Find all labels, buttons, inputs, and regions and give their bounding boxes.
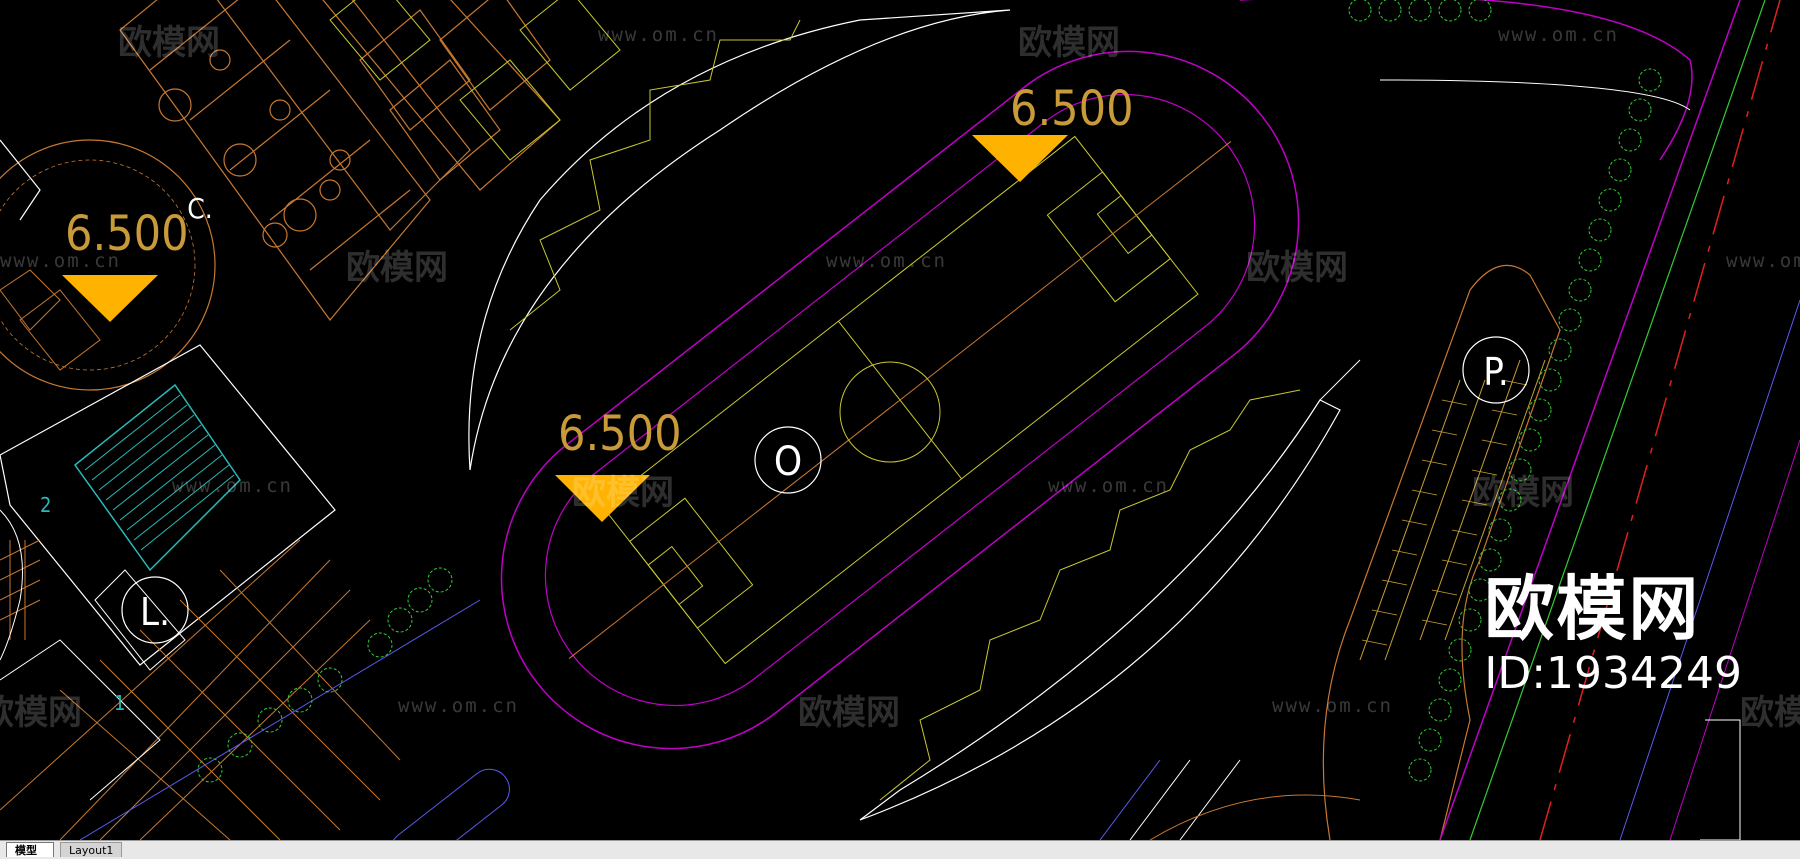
- brand-name: 欧模网: [1484, 568, 1701, 650]
- watermark-url: www.om.cn: [598, 24, 719, 46]
- tag-l: L.: [121, 576, 189, 644]
- cad-drawing-canvas[interactable]: O P. L. C. 2 1 6.500 6.500 6.500: [0, 0, 1800, 840]
- watermark-url: www.om.cn: [398, 695, 519, 717]
- watermark-logo: 欧模网: [1740, 693, 1800, 733]
- layout-tab-bar: 模型 Layout1: [0, 840, 1800, 859]
- paving-grid-far-left: [0, 539, 41, 640]
- stand-seating-upper: [509, 19, 801, 331]
- elevation-value-center: 6.500: [558, 406, 682, 462]
- tag-c-label: C.: [187, 192, 213, 225]
- tag-p-label: P.: [1483, 350, 1509, 394]
- tag-l-label: L.: [140, 590, 170, 634]
- watermark-logo: 欧模网: [1472, 473, 1574, 513]
- tab-model[interactable]: 模型: [6, 842, 54, 857]
- stand-seating-lower: [879, 389, 1301, 801]
- watermark-logo: 欧模网: [572, 473, 674, 513]
- watermark-url: www.om.cn: [826, 250, 947, 272]
- tab-layout1[interactable]: Layout1: [60, 842, 122, 857]
- parking-strip: [1322, 264, 1561, 840]
- building-number-1: 1: [114, 691, 125, 715]
- cad-model-viewport[interactable]: O P. L. C. 2 1 6.500 6.500 6.500 欧模网 欧模网: [0, 0, 1800, 840]
- brand-stamp: 欧模网 ID:1934249: [1484, 570, 1742, 700]
- walkway-bottom: [390, 759, 1361, 840]
- elevation-marker-top: 6.500: [972, 81, 1134, 182]
- tag-o: O: [754, 426, 822, 494]
- watermark-logo: 欧模网: [0, 693, 82, 733]
- building-number-2: 2: [40, 493, 51, 517]
- watermark-logo: 欧模网: [1018, 23, 1120, 63]
- stand-lower-outline: [859, 399, 1341, 821]
- watermark-logo: 欧模网: [1246, 248, 1348, 288]
- watermark-url: www.om.cn: [1726, 250, 1800, 272]
- watermark-url: www.om.cn: [0, 250, 121, 272]
- watermark-url: www.om.cn: [172, 475, 293, 497]
- watermark-url: www.om.cn: [1498, 24, 1619, 46]
- tag-o-label: O: [774, 439, 802, 485]
- tree-row-left: [197, 567, 453, 783]
- stand-connector: [1319, 359, 1361, 401]
- watermark-logo: 欧模网: [346, 248, 448, 288]
- brand-id: ID:1934249: [1484, 648, 1742, 699]
- watermark-logo: 欧模网: [118, 23, 220, 63]
- building-inner-lines: [329, 0, 621, 161]
- path-edge-left: [0, 509, 23, 661]
- stand-upper-outline: [468, 9, 1011, 471]
- elevation-value-top: 6.500: [1010, 81, 1134, 137]
- tag-p: P.: [1462, 336, 1530, 404]
- frame-corner: [1700, 719, 1741, 840]
- watermark-logo: 欧模网: [798, 693, 900, 733]
- watermark-url: www.om.cn: [1272, 695, 1393, 717]
- watermark-url: www.om.cn: [1048, 475, 1169, 497]
- center-circle: [839, 361, 941, 463]
